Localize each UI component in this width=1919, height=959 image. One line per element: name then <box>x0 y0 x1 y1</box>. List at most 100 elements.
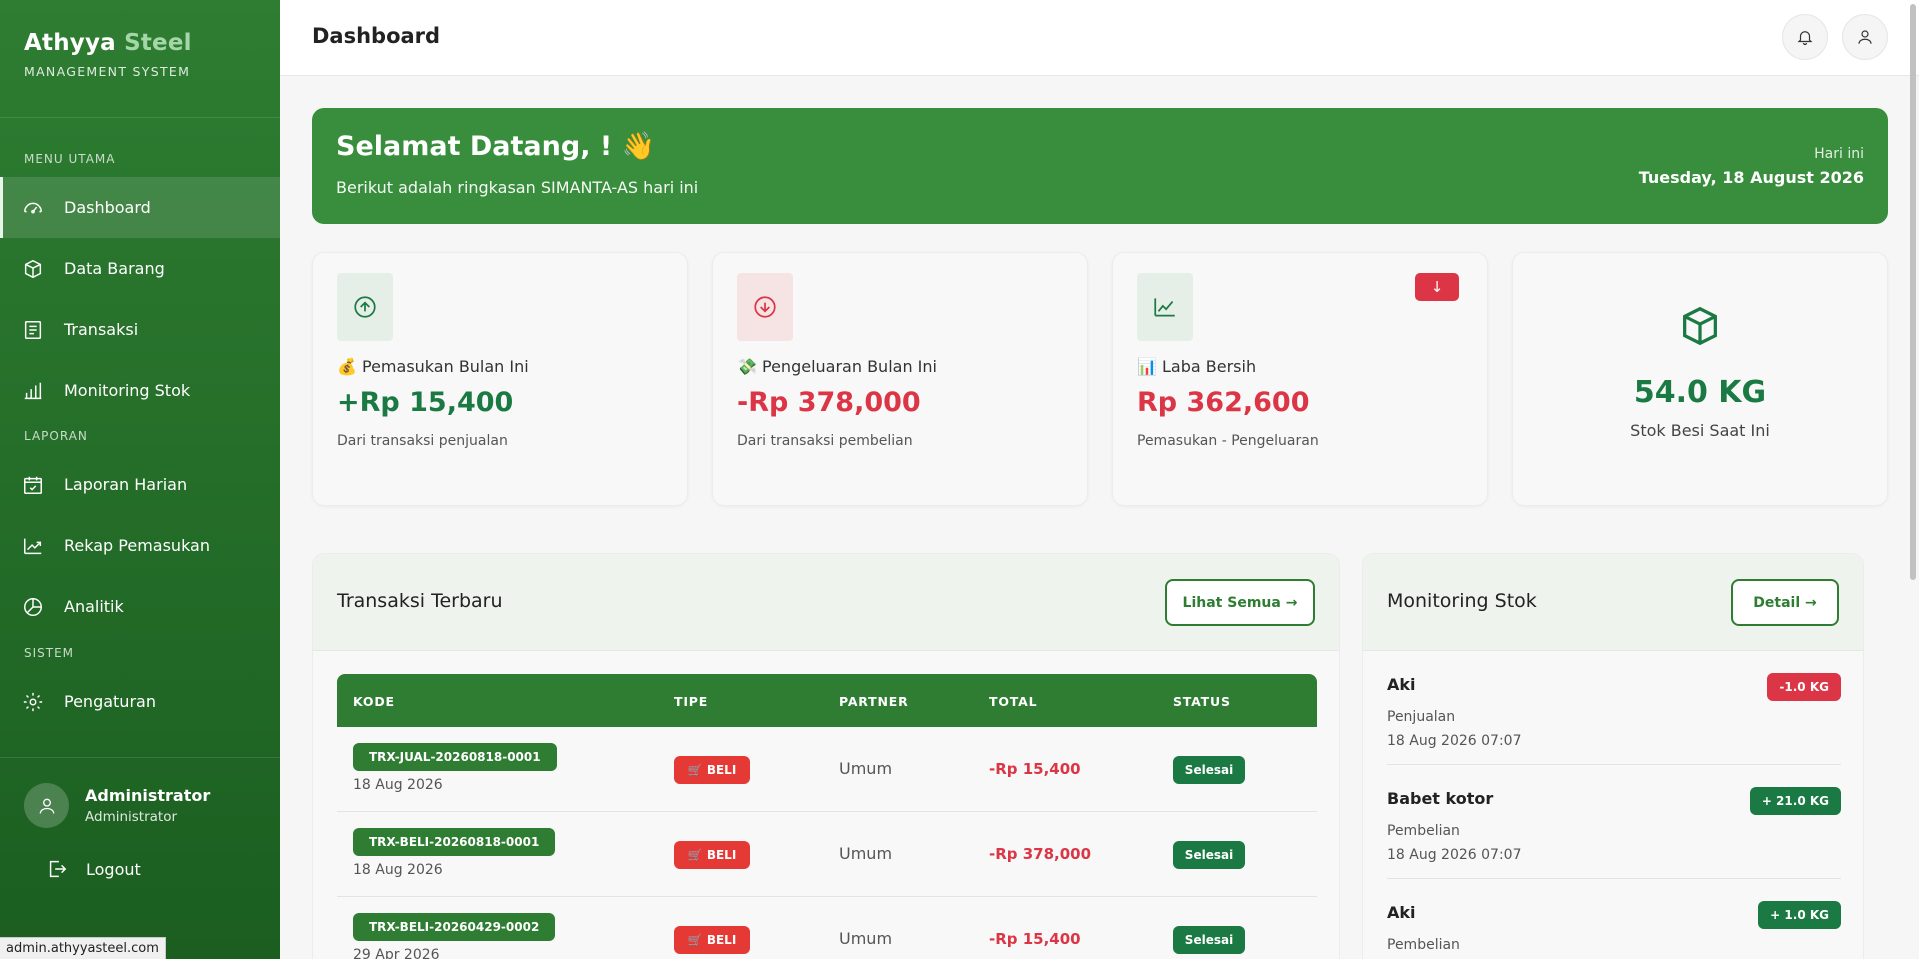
stat-title: 💰 Pemasukan Bulan Ini <box>337 357 529 376</box>
stat-card-stock: 54.0 KG Stok Besi Saat Ini <box>1512 252 1888 506</box>
arrow-up-circle-icon <box>354 296 376 318</box>
brand-subtitle: MANAGEMENT SYSTEM <box>24 64 191 79</box>
section-label-system: SISTEM <box>24 646 75 660</box>
bell-icon <box>1797 31 1813 46</box>
stock-icon-box <box>1677 303 1723 349</box>
transaction-date: 29 Apr 2026 <box>353 947 440 959</box>
scrollbar-thumb[interactable] <box>1910 4 1916 580</box>
logout-icon <box>49 860 67 878</box>
status-badge: Selesai <box>1173 926 1245 954</box>
type-badge: 🛒 BELI <box>674 926 750 954</box>
logout-label: Logout <box>86 859 141 879</box>
stock-desc: Stok Besi Saat Ini <box>1630 421 1770 440</box>
welcome-banner: Selamat Datang, ! 👋 Berikut adalah ringk… <box>312 108 1888 224</box>
sidebar-item-dashboard[interactable]: Dashboard <box>0 177 280 238</box>
item-date: 18 Aug 2026 07:07 <box>1387 733 1522 749</box>
box-icon <box>1683 306 1717 346</box>
partner: Umum <box>839 759 893 778</box>
table-row[interactable]: TRX-BELI-20260818-0001 18 Aug 2026 🛒 BEL… <box>337 812 1317 897</box>
table-row[interactable]: TRX-JUAL-20260818-0001 18 Aug 2026 🛒 BEL… <box>337 727 1317 812</box>
card-header: Monitoring Stok Detail → <box>1363 554 1863 651</box>
expense-icon-box <box>737 273 793 341</box>
type-badge: 🛒 BELI <box>674 841 750 869</box>
partner: Umum <box>839 844 893 863</box>
user-role: Administrator <box>85 809 178 825</box>
sidebar-item-rekap-pemasukan[interactable]: Rekap Pemasukan <box>0 515 280 576</box>
stock-value: 54.0 KG <box>1633 375 1767 410</box>
sidebar-item-laporan-harian[interactable]: Laporan Harian <box>0 454 280 515</box>
sidebar-item-label: Rekap Pemasukan <box>64 536 210 555</box>
sidebar-item-monitoring-stok[interactable]: Monitoring Stok <box>0 360 280 421</box>
sidebar: Athyya Steel MANAGEMENT SYSTEM MENU UTAM… <box>0 0 280 959</box>
sidebar-item-label: Monitoring Stok <box>64 381 191 400</box>
brand-accent: Steel <box>124 30 192 56</box>
recent-transactions-card: Transaksi Terbaru Lihat Semua → KODE TIP… <box>312 553 1340 959</box>
gear-icon <box>23 692 43 711</box>
qty-badge: + 21.0 KG <box>1749 787 1841 815</box>
status-badge: Selesai <box>1173 841 1245 869</box>
item-name: Aki <box>1387 675 1416 694</box>
user-profile: Administrator Administrator <box>24 783 210 828</box>
stat-desc: Dari transaksi penjualan <box>337 433 508 449</box>
col-total: TOTAL <box>989 694 1038 709</box>
logout-button[interactable]: Logout <box>46 858 141 880</box>
col-status: STATUS <box>1173 694 1231 709</box>
qty-badge: -1.0 KG <box>1767 673 1841 701</box>
brand-name: Athyya <box>24 30 116 56</box>
transaction-code: TRX-JUAL-20260818-0001 <box>353 743 557 771</box>
status-url: admin.athyyasteel.com <box>0 937 166 959</box>
brand: Athyya Steel MANAGEMENT SYSTEM <box>0 0 280 118</box>
qty-badge: + 1.0 KG <box>1758 901 1841 929</box>
total: -Rp 378,000 <box>989 845 1092 863</box>
section-label-report: LAPORAN <box>24 429 88 443</box>
col-tipe: TIPE <box>674 694 709 709</box>
user-icon <box>39 798 54 814</box>
stat-card-income: 💰 Pemasukan Bulan Ini +Rp 15,400 Dari tr… <box>312 252 688 506</box>
page-scrollbar[interactable] <box>1908 0 1918 959</box>
transaction-date: 18 Aug 2026 <box>353 862 443 878</box>
table-header: KODE TIPE PARTNER TOTAL STATUS <box>337 674 1317 727</box>
total: -Rp 15,400 <box>989 930 1081 948</box>
receipt-icon <box>24 320 42 339</box>
profit-icon-box <box>1137 273 1193 341</box>
stat-desc: Pemasukan - Pengeluaran <box>1137 433 1319 449</box>
profile-button[interactable] <box>1842 14 1888 60</box>
sidebar-item-label: Data Barang <box>64 259 165 278</box>
list-item: Aki + 1.0 KG Pembelian <box>1387 879 1841 959</box>
detail-button[interactable]: Detail → <box>1731 579 1839 626</box>
partner: Umum <box>839 929 893 948</box>
table-row[interactable]: TRX-BELI-20260429-0002 29 Apr 2026 🛒 BEL… <box>337 897 1317 959</box>
card-header: Transaksi Terbaru Lihat Semua → <box>313 554 1339 651</box>
sidebar-divider <box>0 757 280 758</box>
col-partner: PARTNER <box>839 694 909 709</box>
stat-title: 📊 Laba Bersih <box>1137 357 1257 376</box>
topbar: Dashboard <box>280 0 1919 76</box>
pie-chart-icon <box>24 597 42 616</box>
sidebar-item-transaksi[interactable]: Transaksi <box>0 299 280 360</box>
list-item: Aki -1.0 KG Penjualan 18 Aug 2026 07:07 <box>1387 651 1841 765</box>
sidebar-item-pengaturan[interactable]: Pengaturan <box>0 671 280 732</box>
stat-desc: Dari transaksi pembelian <box>737 433 913 449</box>
sidebar-item-analitik[interactable]: Analitik <box>0 576 280 637</box>
sidebar-item-data-barang[interactable]: Data Barang <box>0 238 280 299</box>
transaction-code: TRX-BELI-20260429-0002 <box>353 913 556 941</box>
bar-chart-icon <box>24 382 42 399</box>
calendar-check-icon <box>24 476 42 494</box>
arrow-down-circle-icon <box>754 296 776 318</box>
trend-down-badge: ↓ <box>1415 273 1459 301</box>
sidebar-item-label: Analitik <box>64 597 124 616</box>
avatar <box>24 783 69 828</box>
item-type: Penjualan <box>1387 709 1456 725</box>
item-name: Babet kotor <box>1387 789 1494 808</box>
stat-title: 💸 Pengeluaran Bulan Ini <box>737 357 937 376</box>
gauge-icon <box>24 202 42 214</box>
item-type: Pembelian <box>1387 823 1460 839</box>
sidebar-item-label: Laporan Harian <box>64 475 188 494</box>
see-all-button[interactable]: Lihat Semua → <box>1165 579 1315 626</box>
notification-button[interactable] <box>1782 14 1828 60</box>
sidebar-item-label: Pengaturan <box>64 692 156 711</box>
income-icon-box <box>337 273 393 341</box>
item-date: 18 Aug 2026 07:07 <box>1387 847 1522 863</box>
today-label: Hari ini <box>1814 146 1864 162</box>
card-title: Monitoring Stok <box>1387 590 1537 612</box>
